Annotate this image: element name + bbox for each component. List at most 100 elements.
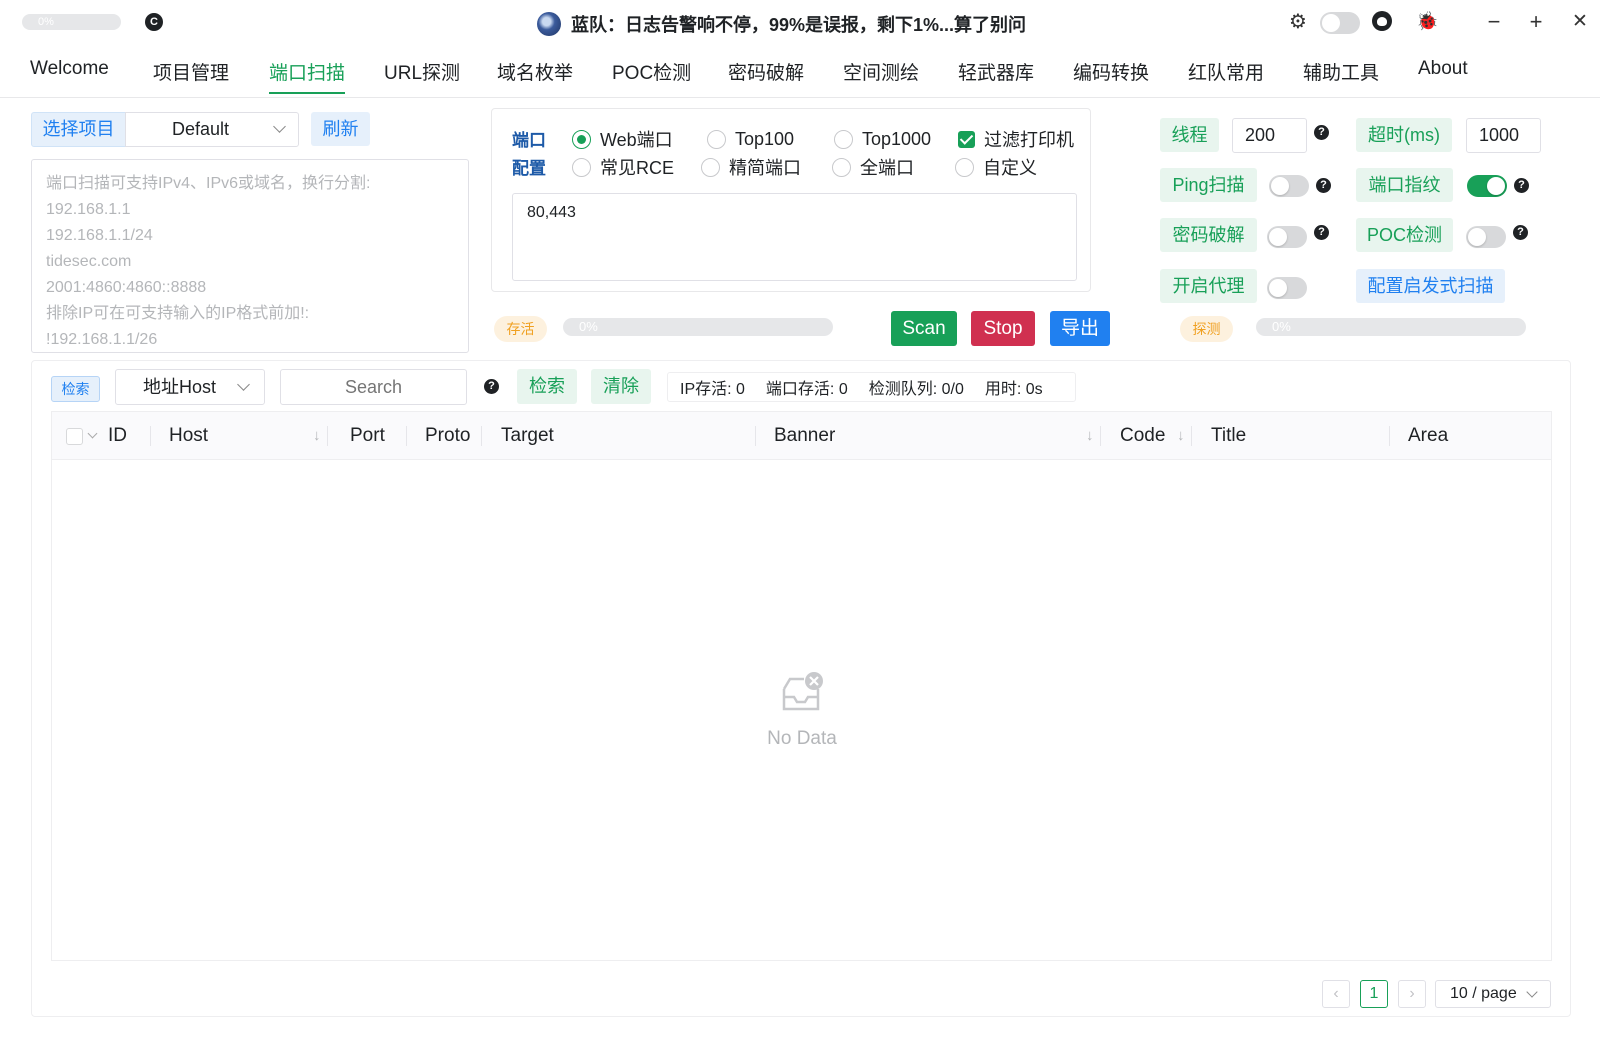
- timeout-input[interactable]: 1000: [1466, 118, 1541, 153]
- prev-page-button[interactable]: ‹: [1322, 980, 1350, 1008]
- radio-custom[interactable]: 自定义: [955, 155, 1037, 179]
- search-button[interactable]: 检索: [517, 369, 577, 404]
- tab-light-arsenal[interactable]: 轻武器库: [958, 58, 1034, 94]
- stop-button[interactable]: Stop: [971, 311, 1035, 346]
- search-field-select[interactable]: 地址Host: [115, 369, 265, 405]
- ports-input[interactable]: 80,443: [512, 193, 1077, 281]
- scan-stats: IP存活: 0 端口存活: 0 检测队列: 0/0 用时: 0s: [667, 372, 1076, 402]
- bug-icon[interactable]: 🐞: [1416, 10, 1438, 32]
- empty-state-text: No Data: [767, 728, 837, 749]
- password-crack-label: 密码破解: [1160, 218, 1257, 252]
- port-config-label-line2: 配置: [512, 159, 546, 178]
- column-header-proto[interactable]: Proto: [425, 412, 470, 460]
- targets-input[interactable]: 端口扫描可支持IPv4、IPv6或域名，换行分割: 192.168.1.1 19…: [31, 159, 469, 353]
- threads-label: 线程: [1160, 118, 1219, 152]
- help-icon[interactable]: ?: [1314, 225, 1329, 240]
- radio-top100[interactable]: Top100: [707, 127, 794, 151]
- radio-common-rce[interactable]: 常见RCE: [572, 155, 674, 179]
- tab-port-scan[interactable]: 端口扫描: [269, 58, 346, 94]
- tab-url-probe[interactable]: URL探测: [384, 58, 460, 94]
- column-header-banner[interactable]: Banner: [774, 412, 835, 460]
- chevron-down-icon[interactable]: [87, 428, 98, 439]
- tab-welcome[interactable]: Welcome: [30, 58, 109, 94]
- radio-label: Top1000: [862, 128, 932, 149]
- column-header-id[interactable]: ID: [108, 412, 127, 460]
- tab-domain-enum[interactable]: 域名枚举: [497, 58, 573, 94]
- sort-arrow-icon[interactable]: ↓: [313, 412, 321, 460]
- port-fingerprint-switch[interactable]: [1467, 175, 1507, 197]
- tab-about[interactable]: About: [1418, 58, 1468, 94]
- stat-port-alive: 端口存活: 0: [765, 381, 848, 398]
- port-config-label-line1: 端口: [512, 131, 546, 150]
- help-icon[interactable]: ?: [1514, 178, 1529, 193]
- help-icon[interactable]: ?: [484, 379, 499, 394]
- column-header-host[interactable]: Host: [169, 412, 208, 460]
- column-header-code[interactable]: Code: [1120, 412, 1165, 460]
- radio-web-ports[interactable]: Web端口: [572, 127, 673, 151]
- close-button[interactable]: ✕: [1566, 8, 1594, 36]
- port-config-panel: 端口 配置 Web端口 Top100 Top1000 过滤打印机 常见RCE 精…: [491, 108, 1091, 292]
- export-button[interactable]: 导出: [1050, 311, 1110, 346]
- minimize-button[interactable]: −: [1480, 8, 1508, 36]
- window-title-text: 蓝队：日志告警响不停，99%是误报，剩下1%...算了别问: [571, 15, 1027, 35]
- checkbox-label: 过滤打印机: [984, 130, 1074, 150]
- scan-button[interactable]: Scan: [891, 311, 957, 346]
- reload-icon[interactable]: C: [145, 13, 163, 31]
- tab-space-mapping[interactable]: 空间测绘: [843, 58, 919, 94]
- tab-redteam[interactable]: 红队常用: [1188, 58, 1264, 94]
- port-config-label: 端口 配置: [512, 127, 546, 183]
- column-header-target[interactable]: Target: [501, 412, 554, 460]
- radio-icon: [834, 129, 853, 149]
- search-tag: 检索: [51, 376, 100, 402]
- select-all-checkbox[interactable]: [66, 428, 83, 445]
- search-input[interactable]: [280, 369, 467, 405]
- global-progress-bar: 0%: [22, 14, 121, 30]
- radio-icon: [955, 157, 974, 177]
- refresh-button[interactable]: 刷新: [311, 112, 370, 146]
- project-select[interactable]: Default: [125, 112, 299, 147]
- stat-elapsed: 用时: 0s: [984, 381, 1043, 398]
- heuristic-scan-button[interactable]: 配置启发式扫描: [1356, 269, 1505, 303]
- radio-icon: [707, 129, 726, 149]
- column-header-port[interactable]: Port: [350, 412, 385, 460]
- help-icon[interactable]: ?: [1513, 225, 1528, 240]
- chevron-down-icon: [273, 120, 286, 133]
- maximize-button[interactable]: +: [1522, 8, 1550, 36]
- checkbox-filter-printer[interactable]: 过滤打印机: [958, 127, 1074, 151]
- proxy-switch[interactable]: [1267, 277, 1307, 299]
- column-divider: [327, 426, 328, 446]
- radio-top1000[interactable]: Top1000: [834, 127, 931, 151]
- theme-toggle[interactable]: [1320, 12, 1360, 34]
- password-crack-switch[interactable]: [1267, 226, 1307, 248]
- probe-progress-bar: 0%: [1256, 318, 1526, 336]
- page-size-select[interactable]: 10 / page: [1435, 980, 1551, 1008]
- tab-password-crack[interactable]: 密码破解: [728, 58, 804, 94]
- stat-queue: 检测队列: 0/0: [868, 381, 964, 398]
- sort-arrow-icon[interactable]: ↓: [1086, 412, 1094, 460]
- tab-encoding[interactable]: 编码转换: [1073, 58, 1149, 94]
- column-header-area[interactable]: Area: [1408, 412, 1448, 460]
- radio-simple-ports[interactable]: 精简端口: [701, 155, 801, 179]
- poc-check-switch[interactable]: [1466, 226, 1506, 248]
- column-divider: [150, 426, 151, 446]
- github-icon[interactable]: [1372, 11, 1392, 31]
- tab-helper-tools[interactable]: 辅助工具: [1303, 58, 1379, 94]
- radio-all-ports[interactable]: 全端口: [832, 155, 914, 179]
- sort-arrow-icon[interactable]: ↓: [1177, 412, 1185, 460]
- table-header: ID Host ↓ Port Proto Target Banner ↓ Cod…: [52, 412, 1551, 460]
- column-header-title[interactable]: Title: [1211, 412, 1246, 460]
- stat-ip-alive: IP存活: 0: [680, 381, 745, 398]
- help-icon[interactable]: ?: [1316, 178, 1331, 193]
- ping-scan-switch[interactable]: [1269, 175, 1309, 197]
- clear-button[interactable]: 清除: [591, 369, 651, 404]
- help-icon[interactable]: ?: [1314, 125, 1329, 140]
- threads-input[interactable]: 200: [1232, 118, 1307, 153]
- gear-icon[interactable]: ⚙: [1287, 11, 1309, 33]
- tab-project-management[interactable]: 项目管理: [153, 58, 229, 94]
- chevron-down-icon: [237, 378, 250, 391]
- page-number-button[interactable]: 1: [1360, 980, 1388, 1008]
- column-divider: [1389, 426, 1390, 446]
- tab-poc-check[interactable]: POC检测: [612, 58, 691, 94]
- next-page-button[interactable]: ›: [1398, 980, 1426, 1008]
- radio-label: 精简端口: [729, 158, 801, 178]
